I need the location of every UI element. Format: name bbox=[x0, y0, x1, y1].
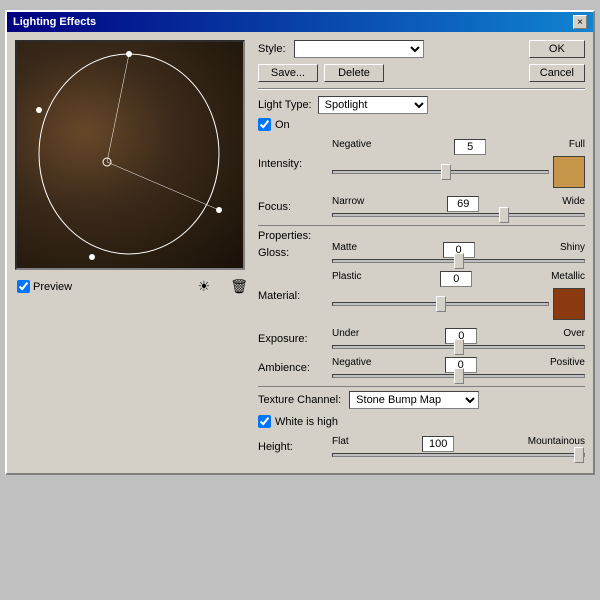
intensity-row: Intensity: Negative Full bbox=[258, 139, 585, 188]
light-type-select[interactable]: Spotlight bbox=[318, 96, 428, 114]
white-is-high-label: White is high bbox=[275, 416, 338, 428]
on-checkbox[interactable] bbox=[258, 118, 271, 131]
intensity-slider[interactable] bbox=[332, 170, 549, 174]
texture-channel-row: Texture Channel: Stone Bump Map bbox=[258, 391, 585, 409]
height-label: Height: bbox=[258, 441, 328, 453]
save-delete-row: Save... Delete bbox=[258, 64, 523, 82]
material-labels: Plastic Metallic bbox=[332, 271, 585, 287]
properties-label: Properties: bbox=[258, 230, 311, 242]
gloss-label: Gloss: bbox=[258, 247, 328, 259]
delete-light-icon[interactable]: 🗑 bbox=[230, 278, 248, 295]
intensity-slider-container: Negative Full bbox=[332, 139, 585, 188]
exposure-row: Exposure: Under Over bbox=[258, 328, 585, 349]
intensity-labels: Negative Full bbox=[332, 139, 585, 155]
material-right: Metallic bbox=[551, 271, 585, 287]
material-left: Plastic bbox=[332, 271, 361, 287]
white-is-high-row: White is high bbox=[258, 415, 585, 428]
save-button[interactable]: Save... bbox=[258, 64, 318, 82]
style-section: Style: Save... Delete bbox=[258, 40, 523, 82]
ambience-slider[interactable] bbox=[332, 374, 585, 378]
intensity-color-swatch[interactable] bbox=[553, 156, 585, 188]
preview-label: Preview bbox=[33, 281, 72, 293]
material-slider-row bbox=[332, 288, 585, 320]
style-ok-row: Style: Save... Delete OK Cancel bbox=[258, 40, 585, 82]
preview-footer: Preview ☀ 🗑 bbox=[15, 276, 250, 297]
exposure-label: Exposure: bbox=[258, 333, 328, 345]
close-button[interactable]: × bbox=[573, 15, 587, 29]
intensity-left-label: Negative bbox=[332, 139, 371, 155]
preview-checkbox-label[interactable]: Preview bbox=[17, 280, 72, 293]
preview-checkbox[interactable] bbox=[17, 280, 30, 293]
intensity-value[interactable] bbox=[454, 139, 486, 155]
ok-cancel-section: OK Cancel bbox=[529, 40, 585, 82]
texture-channel-select[interactable]: Stone Bump Map bbox=[349, 391, 479, 409]
preview-icons: ☀ 🗑 bbox=[198, 278, 248, 295]
dialog-body: Preview ☀ 🗑 Style: bbox=[7, 32, 593, 473]
exposure-slider-container: Under Over bbox=[332, 328, 585, 349]
divider-1 bbox=[258, 88, 585, 90]
on-label: On bbox=[275, 119, 290, 131]
white-is-high-checkbox[interactable] bbox=[258, 415, 271, 428]
ambience-slider-container: Negative Positive bbox=[332, 357, 585, 378]
gloss-slider-container: Matte Shiny bbox=[332, 242, 585, 263]
style-row: Style: bbox=[258, 40, 523, 58]
light-type-row: Light Type: Spotlight bbox=[258, 96, 585, 114]
cancel-button[interactable]: Cancel bbox=[529, 64, 585, 82]
intensity-slider-row bbox=[332, 156, 585, 188]
height-slider-container: Flat Mountainous bbox=[332, 436, 585, 457]
ambience-row: Ambience: Negative Positive bbox=[258, 357, 585, 378]
preview-overlay bbox=[17, 42, 245, 270]
texture-section: Texture Channel: Stone Bump Map White is… bbox=[258, 386, 585, 457]
intensity-right-label: Full bbox=[569, 139, 585, 155]
gloss-slider[interactable] bbox=[332, 259, 585, 263]
title-bar: Lighting Effects × bbox=[7, 12, 593, 32]
preview-canvas bbox=[15, 40, 245, 270]
material-label: Material: bbox=[258, 290, 328, 302]
style-select[interactable] bbox=[294, 40, 424, 58]
exposure-slider[interactable] bbox=[332, 345, 585, 349]
focus-row: Focus: Narrow Wide bbox=[258, 196, 585, 217]
dialog-title: Lighting Effects bbox=[13, 16, 96, 28]
on-row: On bbox=[258, 118, 585, 131]
intensity-label: Intensity: bbox=[258, 158, 328, 170]
material-row: Material: Plastic Metallic bbox=[258, 271, 585, 320]
delete-button[interactable]: Delete bbox=[324, 64, 384, 82]
style-label: Style: bbox=[258, 43, 286, 55]
texture-channel-label: Texture Channel: bbox=[258, 394, 341, 406]
material-value[interactable] bbox=[440, 271, 472, 287]
material-slider-container: Plastic Metallic bbox=[332, 271, 585, 320]
light-type-label: Light Type: bbox=[258, 99, 312, 111]
focus-label: Focus: bbox=[258, 201, 328, 213]
ambience-label: Ambience: bbox=[258, 362, 328, 374]
focus-slider[interactable] bbox=[332, 213, 585, 217]
ok-button[interactable]: OK bbox=[529, 40, 585, 58]
properties-section: Properties: Gloss: Matte Shiny bbox=[258, 225, 585, 378]
material-slider[interactable] bbox=[332, 302, 549, 306]
height-row: Height: Flat Mountainous bbox=[258, 436, 585, 457]
height-slider[interactable] bbox=[332, 453, 585, 457]
light-icon[interactable]: ☀ bbox=[198, 278, 211, 295]
left-panel: Preview ☀ 🗑 bbox=[15, 40, 250, 465]
material-color-swatch[interactable] bbox=[553, 288, 585, 320]
lighting-effects-dialog: Lighting Effects × bbox=[5, 10, 595, 475]
gloss-row: Gloss: Matte Shiny bbox=[258, 242, 585, 263]
focus-slider-container: Narrow Wide bbox=[332, 196, 585, 217]
right-panel: Style: Save... Delete OK Cancel bbox=[258, 40, 585, 465]
